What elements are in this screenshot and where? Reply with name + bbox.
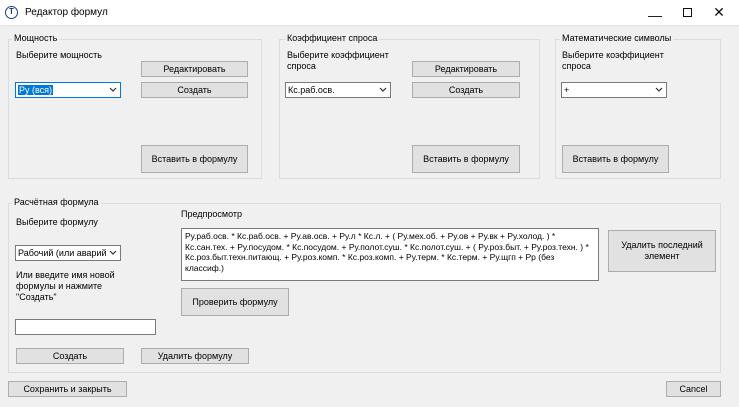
demand-select-label: Выберите коэффициент спроса bbox=[287, 50, 389, 71]
math-group-title: Математические символы bbox=[560, 33, 674, 43]
calc-select-label: Выберите формулу bbox=[16, 217, 98, 227]
math-select-value: + bbox=[564, 85, 570, 95]
demand-select-value: Кс.раб.осв. bbox=[288, 85, 335, 95]
delete-formula-button[interactable]: Удалить формулу bbox=[141, 348, 249, 364]
chevron-down-icon bbox=[109, 250, 117, 255]
math-select-label: Выберите коэффициент спроса bbox=[562, 50, 664, 71]
math-insert-button[interactable]: Вставить в формулу bbox=[562, 145, 669, 173]
demand-select[interactable]: Кс.раб.осв. bbox=[285, 82, 391, 98]
check-formula-button[interactable]: Проверить формулу bbox=[181, 288, 289, 316]
calc-create-button[interactable]: Создать bbox=[16, 348, 124, 364]
demand-create-button[interactable]: Создать bbox=[412, 82, 520, 98]
new-formula-name-input[interactable] bbox=[15, 319, 156, 335]
new-formula-name-label: Или введите имя новой формулы и нажмите … bbox=[16, 270, 115, 302]
delete-last-element-button[interactable]: Удалить последний элемент bbox=[608, 230, 716, 272]
demand-edit-button[interactable]: Редактировать bbox=[412, 61, 520, 77]
calc-group-title: Расчётная формула bbox=[12, 197, 101, 207]
cancel-button[interactable]: Cancel bbox=[666, 381, 721, 397]
power-select[interactable]: Ру (вся) bbox=[15, 82, 121, 98]
formula-preview-textbox[interactable]: Ру.раб.осв. * Кс.раб.осв. + Ру.ав.осв. +… bbox=[181, 228, 599, 281]
close-button[interactable]: ✕ bbox=[696, 0, 739, 26]
power-group-title: Мощность bbox=[12, 33, 60, 43]
chevron-down-icon bbox=[379, 87, 387, 92]
power-select-label: Выберите мощность bbox=[16, 50, 102, 60]
demand-insert-button[interactable]: Вставить в формулу bbox=[412, 145, 520, 173]
chevron-down-icon bbox=[655, 87, 663, 92]
title-bar: T Редактор формул — ✕ bbox=[0, 0, 739, 26]
save-and-close-button[interactable]: Сохранить и закрыть bbox=[8, 381, 127, 397]
power-insert-button[interactable]: Вставить в формулу bbox=[141, 145, 248, 173]
math-select[interactable]: + bbox=[561, 82, 667, 98]
chevron-down-icon bbox=[109, 87, 117, 92]
app-logo-icon: T bbox=[5, 6, 18, 19]
preview-label: Предпросмотр bbox=[181, 209, 243, 219]
power-create-button[interactable]: Создать bbox=[141, 82, 248, 98]
demand-group-title: Коэффициент спроса bbox=[285, 33, 380, 43]
power-edit-button[interactable]: Редактировать bbox=[141, 61, 248, 77]
calc-formula-select-value: Рабочий (или аварийн bbox=[18, 248, 106, 258]
window-title: Редактор формул bbox=[25, 7, 108, 18]
calc-formula-select[interactable]: Рабочий (или аварийн bbox=[15, 245, 121, 261]
power-select-value: Ру (вся) bbox=[18, 85, 54, 95]
maximize-icon bbox=[682, 8, 692, 17]
